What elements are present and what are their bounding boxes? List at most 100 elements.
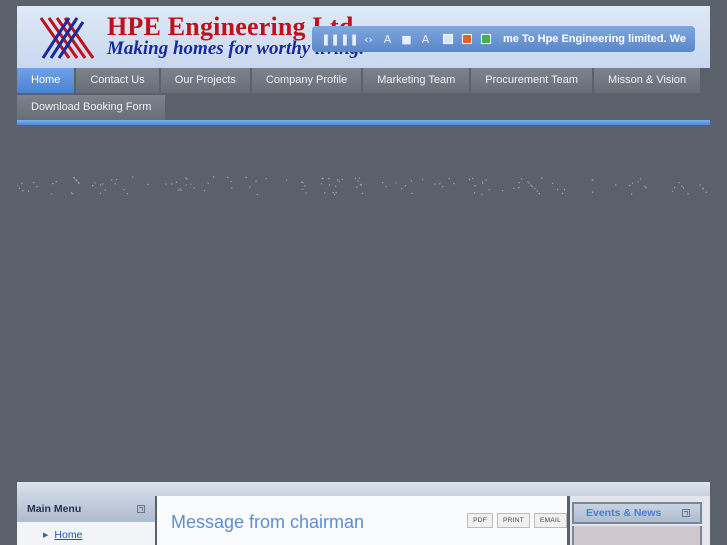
font-icon[interactable]: A xyxy=(417,31,434,48)
square-icon[interactable]: ■ xyxy=(398,31,415,48)
expand-icon[interactable] xyxy=(137,505,145,513)
sparkle-dot xyxy=(36,186,38,188)
sparkle-dot xyxy=(231,187,233,189)
sparkle-dot xyxy=(338,180,340,183)
nav-item-home[interactable]: Home xyxy=(17,68,75,93)
sparkle-dot xyxy=(358,177,361,179)
pause-icon[interactable]: ❚❚ xyxy=(321,31,339,48)
sparkle-dot xyxy=(520,178,523,180)
color-swatch-green[interactable] xyxy=(481,34,491,44)
nav-item-mission-vision[interactable]: Misson & Vision xyxy=(594,68,701,93)
sparkle-dot xyxy=(27,190,30,192)
sparkle-dot xyxy=(55,180,57,183)
sparkle-dot xyxy=(190,183,192,185)
sparkle-dot xyxy=(541,177,543,179)
sparkle-dot xyxy=(682,187,685,189)
sparkle-dot xyxy=(328,177,330,180)
sparkle-dot xyxy=(536,190,538,192)
sparkle-dot xyxy=(439,183,441,185)
sparkle-dot xyxy=(434,183,436,185)
sparkle-dot xyxy=(354,177,357,179)
sparkle-dot xyxy=(474,185,476,187)
main-menu-title: Main Menu xyxy=(27,503,82,515)
sparkle-dot xyxy=(18,187,21,189)
sparkle-dot xyxy=(551,182,554,184)
sparkle-dot xyxy=(334,193,336,196)
sparkle-dot xyxy=(116,178,118,181)
sparkle-dot xyxy=(22,189,24,192)
sparkle-dot xyxy=(538,192,541,195)
sparkle-dot xyxy=(76,180,78,182)
sparkle-dot xyxy=(177,189,179,191)
code-icon[interactable]: ‹› xyxy=(360,31,377,48)
nav-item-contact-us[interactable]: Contact Us xyxy=(76,68,159,93)
main-menu-header: Main Menu xyxy=(17,496,155,522)
print-button[interactable]: PRINT xyxy=(496,513,530,528)
sparkle-dot xyxy=(518,182,520,184)
sparkle-dot xyxy=(91,184,94,187)
pdf-button[interactable]: PDF xyxy=(467,513,493,528)
sparkle-dot xyxy=(245,176,247,179)
sparkle-dot xyxy=(320,183,323,185)
article-title: Message from chairman xyxy=(171,512,365,532)
sparkle-dot xyxy=(422,178,424,181)
sparkle-dot xyxy=(180,189,182,192)
sparkle-dot xyxy=(71,193,73,195)
sparkle-dot xyxy=(531,185,533,188)
sparkle-dot xyxy=(99,192,102,194)
email-button[interactable]: EMAIL xyxy=(533,513,567,528)
nav-item-marketing-team[interactable]: Marketing Team xyxy=(363,68,470,93)
sparkle-dot xyxy=(481,193,483,195)
sparkle-dot xyxy=(341,178,343,180)
sparkle-dot xyxy=(193,187,195,189)
sparkle-dot xyxy=(186,178,188,180)
menu-item-home[interactable]: ▶ Home xyxy=(43,529,155,541)
sparkle-dot xyxy=(185,184,187,186)
nav-item-procurement-team[interactable]: Procurement Team xyxy=(471,68,593,93)
sparkle-dot xyxy=(528,182,530,184)
nav-item-company-profile[interactable]: Company Profile xyxy=(251,68,362,93)
sparkle-dot xyxy=(615,184,617,186)
sparkle-dot xyxy=(473,192,476,194)
sparkle-dot xyxy=(356,186,358,188)
article: Message from chairman PDF PRINT EMAIL xyxy=(157,496,567,545)
sparkle-dot xyxy=(644,185,646,188)
sparkle-dot xyxy=(640,178,642,180)
color-swatch-light[interactable] xyxy=(443,34,453,44)
sparkle-dot xyxy=(265,177,267,180)
sparkle-dot xyxy=(561,192,564,195)
sparkle-dot xyxy=(527,181,529,183)
sparkle-dot xyxy=(410,180,413,182)
color-swatch-orange[interactable] xyxy=(462,34,472,44)
nav-item-our-projects[interactable]: Our Projects xyxy=(160,68,250,93)
sparkle-dot xyxy=(448,177,451,180)
banner-area xyxy=(17,125,710,485)
sparkle-dot xyxy=(629,184,631,187)
font-size-icon[interactable]: A xyxy=(379,31,396,48)
sparkle-dot xyxy=(442,186,444,188)
sparkle-dot xyxy=(305,192,307,194)
sparkle-dot xyxy=(678,182,680,184)
sparkle-dot xyxy=(203,190,206,192)
sparkle-dot xyxy=(404,185,407,187)
sparkle-dot xyxy=(357,180,359,182)
sparkle-dot xyxy=(94,182,96,184)
expand-icon[interactable] xyxy=(682,509,690,517)
events-news-body xyxy=(572,526,702,545)
sparkle-dot xyxy=(400,188,403,190)
sparkle-dot xyxy=(385,185,387,188)
pause-icon[interactable]: ❚❚ xyxy=(340,31,358,48)
sparkle-dot xyxy=(51,193,53,195)
sparkle-dot xyxy=(52,182,54,185)
sparkle-dot xyxy=(321,177,323,180)
sparkle-dot xyxy=(255,180,257,182)
sparkle-dot xyxy=(302,188,304,190)
sparkle-dot xyxy=(530,184,532,186)
nav-item-download-booking-form[interactable]: Download Booking Form xyxy=(17,95,166,120)
menu-link-home[interactable]: Home xyxy=(54,529,82,541)
sparkle-dot xyxy=(175,181,178,183)
sparkle-dot xyxy=(301,181,303,183)
sparkle-dot xyxy=(185,177,187,179)
sparkle-dot xyxy=(411,192,413,195)
sparkle-dot xyxy=(671,190,674,193)
